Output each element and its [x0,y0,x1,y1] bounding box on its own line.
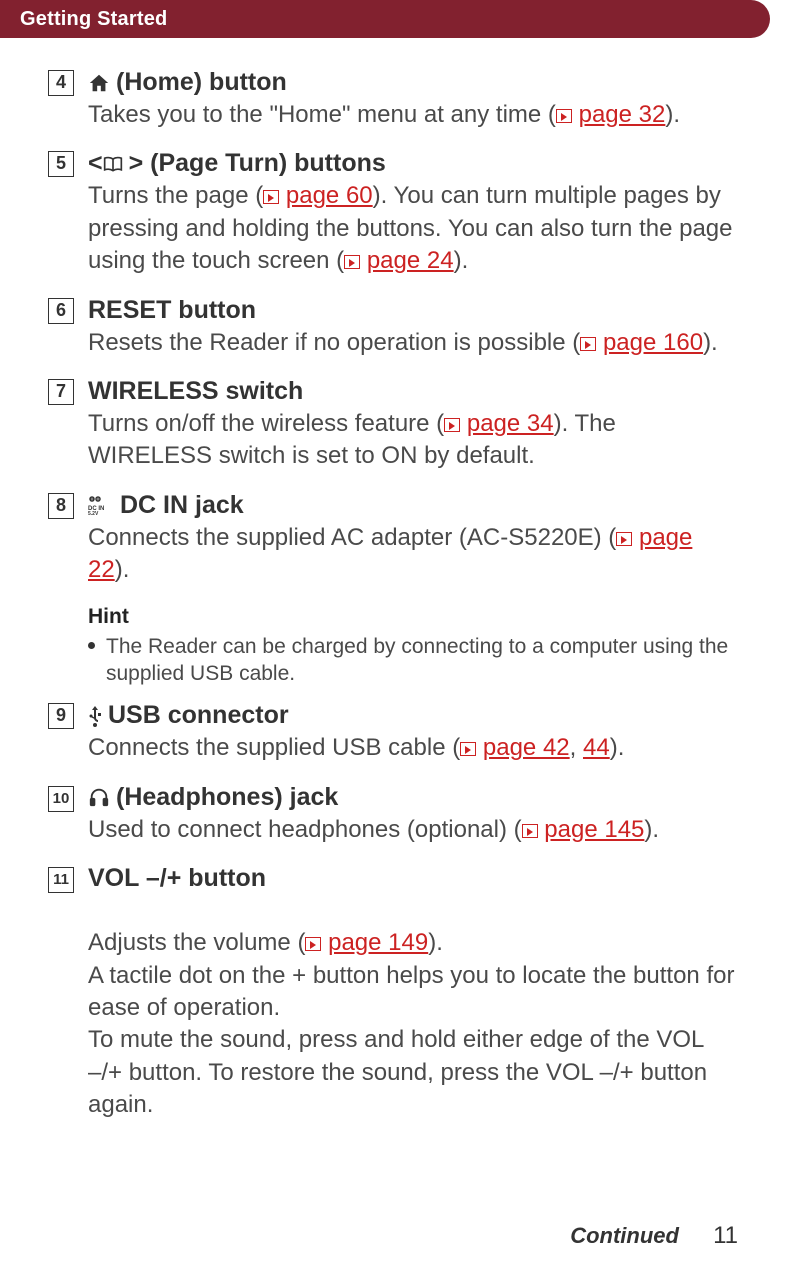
item-number: 11 [48,864,88,893]
ref-icon [522,824,538,838]
item-5: 5 < > (Page Turn) buttons Turns the page… [48,149,738,277]
item-5-desc: Turns the page ( page 60). You can turn … [88,180,738,277]
page-content: 4 (Home) button Takes you to the "Home" … [0,38,786,1122]
item-4-title: (Home) button [88,68,738,97]
link-page-60[interactable]: page 60 [286,182,373,209]
item-number: 9 [48,701,88,729]
link-page-149[interactable]: page 149 [328,929,428,956]
item-4-desc: Takes you to the "Home" menu at any time… [88,99,738,131]
item-11-desc: Adjusts the volume ( page 149). A tactil… [88,895,738,1122]
ref-icon [444,418,460,432]
svg-text:5.2V: 5.2V [88,511,99,515]
home-icon [88,72,110,94]
link-page-32[interactable]: page 32 [579,101,666,128]
ref-icon [263,190,279,204]
item-10-title: (Headphones) jack [88,783,738,812]
ref-icon [580,337,596,351]
item-11: 11 VOL –/+ button Adjusts the volume ( p… [48,864,738,1122]
item-4: 4 (Home) button Takes you to the "Home" … [48,68,738,131]
item-number: 5 [48,149,88,177]
hint-item: The Reader can be charged by connecting … [88,633,738,688]
item-9-title: USB connector [88,701,738,730]
page-number: 11 [713,1222,738,1249]
header-bar: Getting Started [0,0,770,38]
item-number: 6 [48,296,88,324]
hint-title: Hint [88,605,738,629]
item-10: 10 (Headphones) jack Used to connect hea… [48,783,738,846]
item-number: 8 [48,491,88,519]
link-page-34[interactable]: page 34 [467,410,554,437]
item-5-title: < > (Page Turn) buttons [88,149,738,178]
item-number: 7 [48,377,88,405]
ref-icon [305,937,321,951]
item-7: 7 WIRELESS switch Turns on/off the wirel… [48,377,738,473]
item-7-desc: Turns on/off the wireless feature ( page… [88,408,738,473]
hint-block: Hint The Reader can be charged by connec… [88,605,738,688]
item-number: 4 [48,68,88,96]
item-6-desc: Resets the Reader if no operation is pos… [88,327,738,359]
ref-icon [556,109,572,123]
headphones-icon [88,786,110,808]
item-8-title: DC IN5.2V DC IN jack [88,491,738,520]
usb-icon [88,704,102,728]
item-number: 10 [48,783,88,812]
item-7-title: WIRELESS switch [88,377,738,406]
ref-icon [344,255,360,269]
item-11-title: VOL –/+ button [88,864,738,893]
page-footer: Continued 11 [570,1222,738,1250]
item-10-desc: Used to connect headphones (optional) ( … [88,814,738,846]
ref-icon [616,532,632,546]
link-page-44[interactable]: 44 [583,734,610,761]
hint-list: The Reader can be charged by connecting … [88,633,738,688]
link-page-160[interactable]: page 160 [603,329,703,356]
item-8-desc: Connects the supplied AC adapter (AC-S52… [88,522,738,587]
link-page-145[interactable]: page 145 [544,816,644,843]
ref-icon [460,742,476,756]
item-6-title: RESET button [88,296,738,325]
link-page-24[interactable]: page 24 [367,247,454,274]
link-page-42[interactable]: page 42 [483,734,570,761]
dc-in-icon: DC IN5.2V [88,495,114,515]
book-open-icon [103,155,123,173]
header-title: Getting Started [20,8,167,31]
item-8: 8 DC IN5.2V DC IN jack Connects the supp… [48,491,738,587]
item-9-desc: Connects the supplied USB cable ( page 4… [88,732,738,764]
item-9: 9 USB connector Connects the supplied US… [48,701,738,764]
item-6: 6 RESET button Resets the Reader if no o… [48,296,738,359]
continued-label: Continued [570,1223,679,1248]
